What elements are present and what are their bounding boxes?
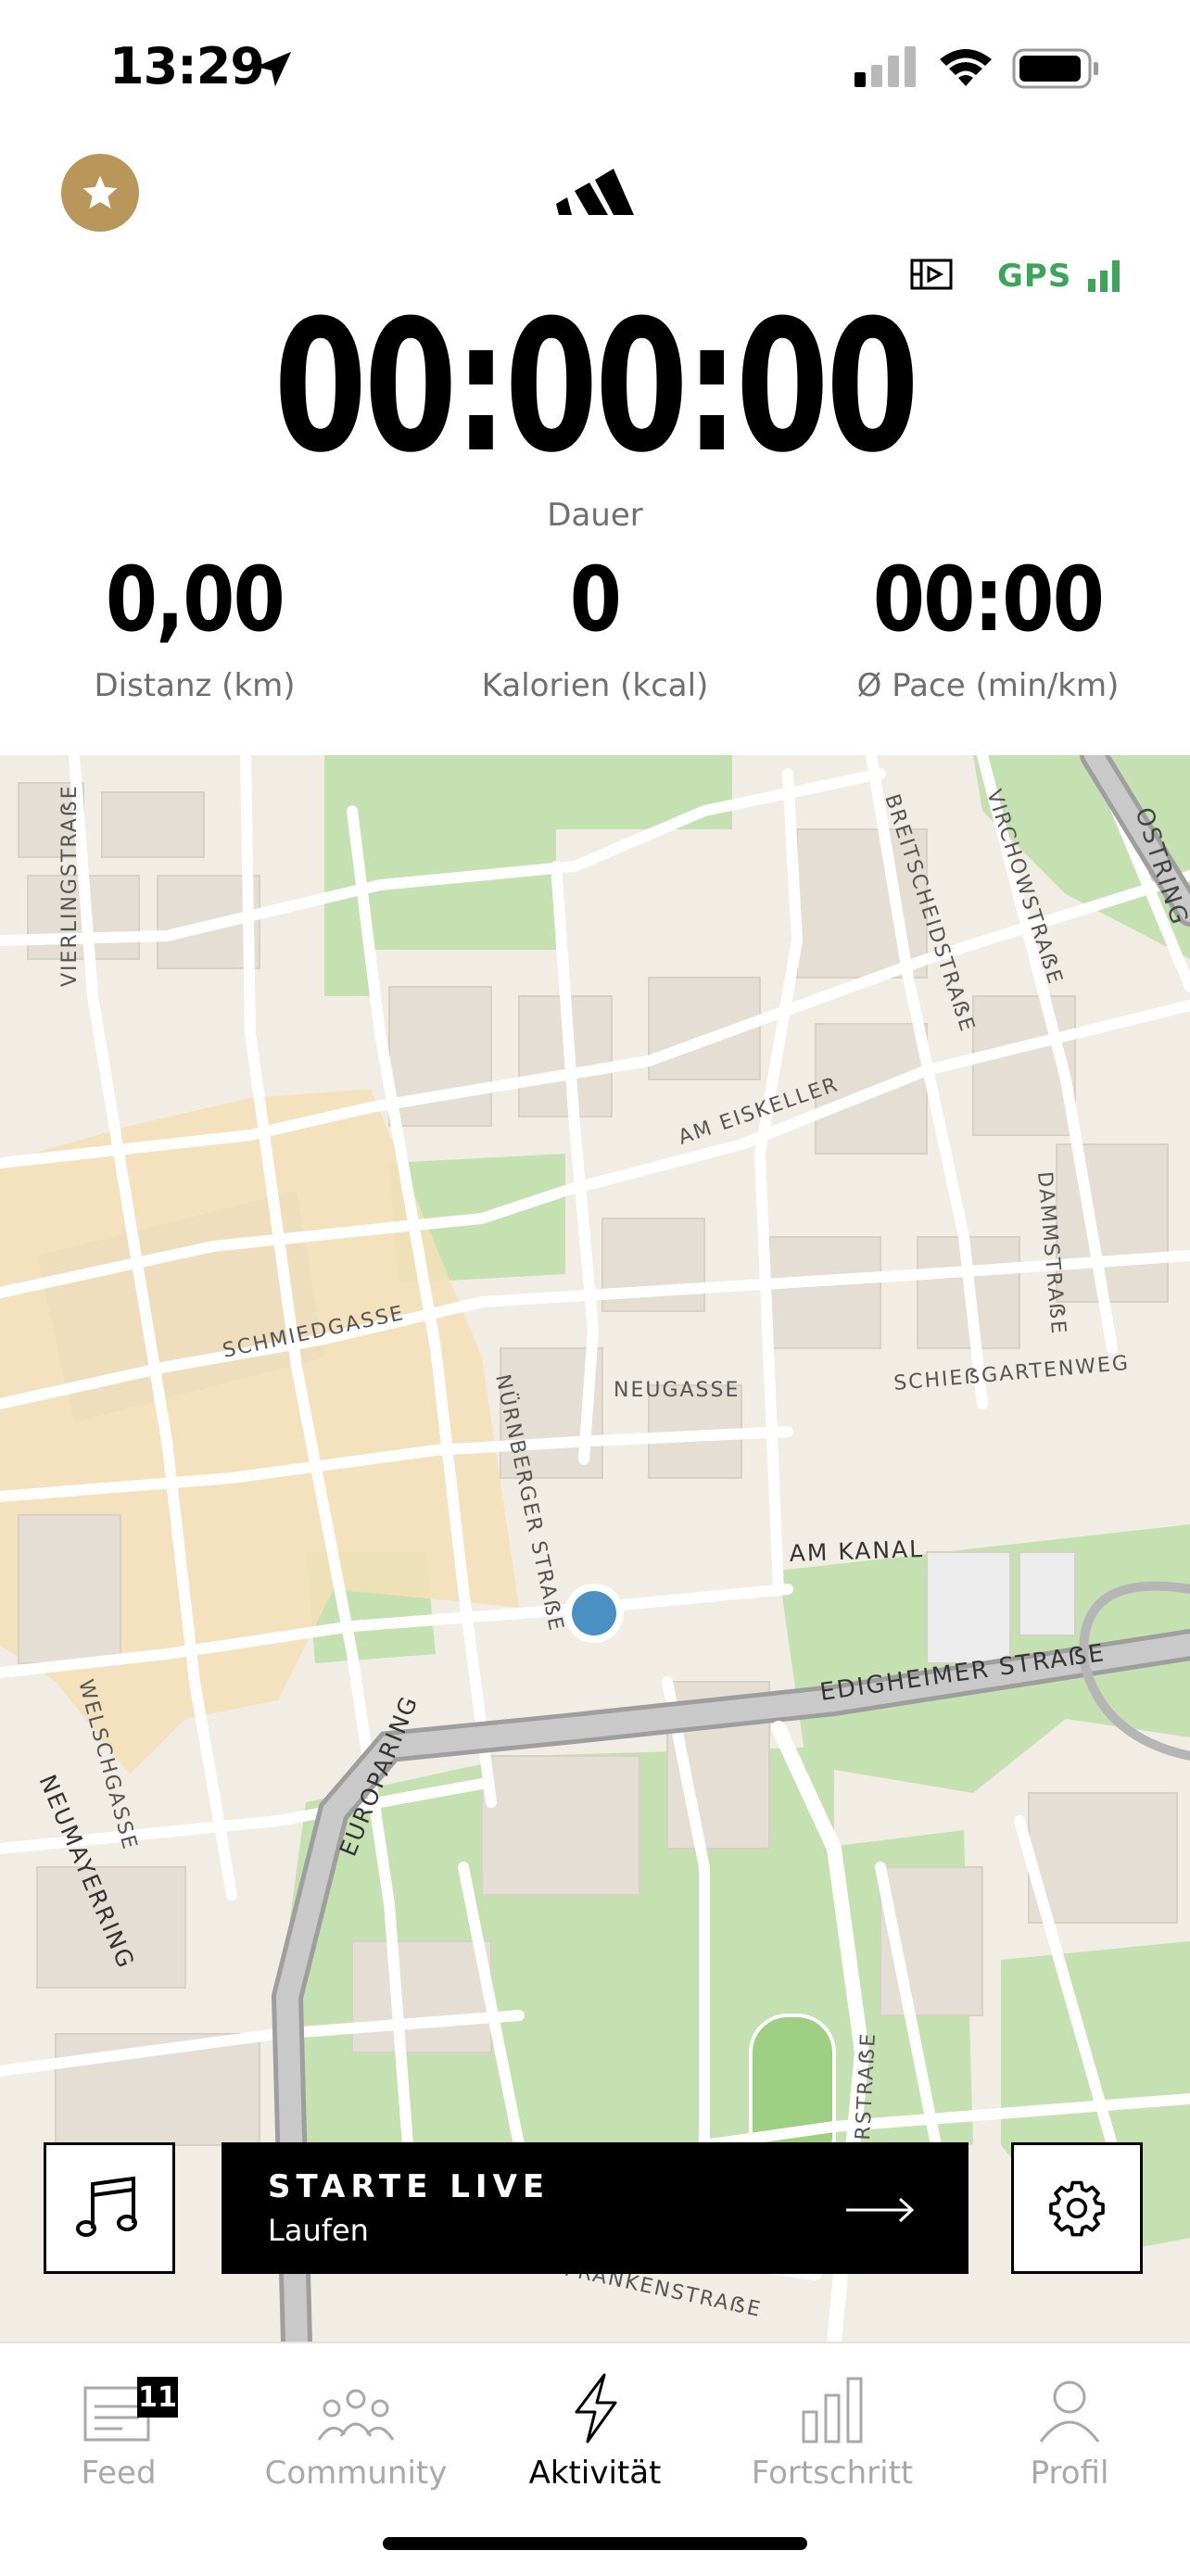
distance-label: Distanz (km)	[94, 667, 296, 704]
tab-label: Community	[264, 2455, 448, 2492]
pace-value: 00:00	[872, 548, 1105, 651]
map-label: VIERLINGSTRAẞE	[58, 784, 82, 987]
stat-calories: 0 Kalorien (kcal)	[400, 549, 790, 704]
music-note-icon	[76, 2176, 137, 2237]
bar-chart-icon	[802, 2377, 863, 2443]
start-live-button[interactable]: STARTE LIVE Laufen	[222, 2142, 968, 2274]
map-label: NEUGASSE	[614, 1379, 740, 1402]
tab-profil[interactable]: Profil	[951, 2360, 1188, 2492]
wifi-icon	[940, 49, 992, 86]
settings-button[interactable]	[1011, 2142, 1143, 2274]
map-canvas[interactable]: VIERLINGSTRAẞE OSTRING BREITSCHEIDSTRAẞE…	[0, 755, 1190, 2342]
favorites-star-button[interactable]	[61, 154, 139, 232]
tab-label: Profil	[1030, 2455, 1109, 2492]
stat-distance: 0,00 Distanz (km)	[0, 549, 389, 704]
tab-label: Feed	[81, 2455, 157, 2492]
stat-pace: 00:00 Ø Pace (min/km)	[793, 549, 1183, 704]
gps-label: GPS	[997, 258, 1072, 295]
map-view[interactable]: VIERLINGSTRAẞE OSTRING BREITSCHEIDSTRAẞE…	[0, 755, 1190, 2342]
duration-timer: 00:00:00	[273, 282, 918, 493]
tab-label: Fortschritt	[751, 2455, 914, 2492]
arrow-right-icon	[846, 2197, 915, 2223]
duration-label: Dauer	[547, 497, 643, 534]
cellular-signal-icon	[855, 46, 916, 87]
feed-badge: 11	[137, 2377, 178, 2418]
star-icon	[82, 175, 118, 208]
pace-label: Ø Pace (min/km)	[856, 667, 1120, 704]
current-location-dot	[572, 1591, 616, 1635]
music-button[interactable]	[44, 2142, 175, 2274]
video-icon[interactable]	[910, 258, 953, 291]
tab-feed[interactable]: 11 Feed	[0, 2360, 237, 2492]
battery-icon	[1012, 48, 1098, 89]
tab-fortschritt[interactable]: Fortschritt	[714, 2360, 951, 2492]
people-group-icon	[317, 2389, 395, 2441]
lightning-bolt-icon	[575, 2373, 617, 2443]
tab-label: Aktivität	[528, 2455, 662, 2492]
calories-label: Kalorien (kcal)	[481, 667, 709, 704]
home-indicator	[383, 2537, 807, 2550]
distance-value: 0,00	[105, 548, 285, 651]
calories-value: 0	[569, 548, 622, 651]
status-time: 13:29	[109, 37, 265, 95]
gear-icon	[1049, 2180, 1105, 2237]
gps-signal-icon	[1088, 260, 1120, 292]
adidas-logo	[556, 169, 634, 215]
tab-community[interactable]: Community	[237, 2360, 475, 2492]
gps-status: GPS	[997, 258, 1121, 295]
map-label: AM KANAL	[789, 1535, 924, 1567]
person-icon	[1039, 2380, 1100, 2443]
location-arrow-icon	[255, 51, 292, 87]
tab-aktivitaet[interactable]: Aktivität	[476, 2360, 714, 2492]
